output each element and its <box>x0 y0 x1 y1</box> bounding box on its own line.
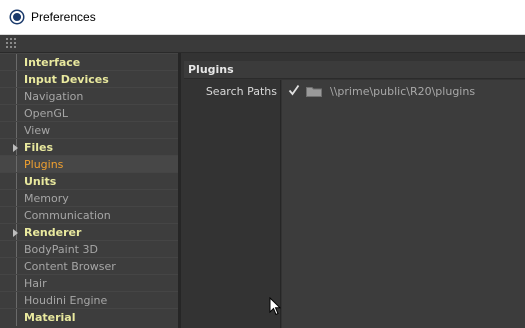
search-paths-list[interactable]: \\prime\public\R20\plugins <box>282 80 525 328</box>
grip-handle-icon[interactable] <box>6 38 18 50</box>
section-title: Plugins <box>184 61 525 79</box>
tree-connector-line <box>16 173 17 190</box>
tree-connector-line <box>16 54 17 71</box>
cinema4d-icon <box>9 9 25 25</box>
sidebar-item-label: Input Devices <box>24 72 109 86</box>
sidebar-item-label: Files <box>24 140 54 154</box>
tree-connector-line <box>16 241 17 258</box>
tree-connector-line <box>16 258 17 275</box>
search-path-value: \\prime\public\R20\plugins <box>330 85 476 98</box>
sidebar-item-label: Interface <box>24 55 81 69</box>
tree-connector-line <box>16 122 17 139</box>
sidebar-item-label: View <box>24 123 51 137</box>
sidebar-item-view[interactable]: View <box>0 121 178 139</box>
sidebar-item-label: Units <box>24 174 57 188</box>
sidebar-item-interface[interactable]: Interface <box>0 53 178 71</box>
sidebar-item-plugins[interactable]: Plugins <box>0 155 178 173</box>
sidebar-item-label: Navigation <box>24 89 84 103</box>
sidebar-item-hair[interactable]: Hair <box>0 274 178 292</box>
sidebar-item-label: Renderer <box>24 225 82 239</box>
sidebar-item-units[interactable]: Units <box>0 172 178 190</box>
search-paths-row: Search Paths \\prime\public\R20\plugins <box>184 80 525 328</box>
search-path-entry[interactable]: \\prime\public\R20\plugins <box>282 82 525 100</box>
tree-connector-line <box>16 88 17 105</box>
sidebar-item-content-browser[interactable]: Content Browser <box>0 257 178 275</box>
sidebar-item-memory[interactable]: Memory <box>0 189 178 207</box>
sidebar-item-material[interactable]: Material <box>0 308 178 326</box>
mouse-pointer-icon <box>269 297 281 316</box>
sidebar-item-label: Plugins <box>24 157 64 171</box>
preferences-panel: Plugins Search Paths \\prime\public\R20\… <box>181 53 525 328</box>
tree-connector-line <box>16 309 17 326</box>
search-paths-label: Search Paths <box>205 84 277 98</box>
sidebar-item-label: Hair <box>24 276 47 290</box>
sidebar-item-houdini-engine[interactable]: Houdini Engine <box>0 291 178 309</box>
window-title-bar: Preferences <box>0 0 525 35</box>
tree-connector-line <box>16 275 17 292</box>
tree-connector-line <box>16 207 17 224</box>
sidebar-item-label: Houdini Engine <box>24 293 108 307</box>
sidebar-item-bodypaint-3d[interactable]: BodyPaint 3D <box>0 240 178 258</box>
sidebar-item-files[interactable]: Files <box>0 138 178 156</box>
tree-connector-line <box>16 71 17 88</box>
expand-arrow-icon[interactable] <box>13 229 18 237</box>
column-divider <box>280 80 281 328</box>
sidebar-item-label: OpenGL <box>24 106 69 120</box>
sidebar-item-label: BodyPaint 3D <box>24 242 98 256</box>
tree-connector-line <box>16 105 17 122</box>
sidebar-item-renderer[interactable]: Renderer <box>0 223 178 241</box>
sidebar-item-label: Content Browser <box>24 259 116 273</box>
preferences-tree: Interface Input Devices Navigation OpenGL Vi… <box>0 53 181 328</box>
tree-connector-line <box>16 292 17 309</box>
sidebar-item-communication[interactable]: Communication <box>0 206 178 224</box>
tree-connector-line <box>16 190 17 207</box>
checkmark-icon[interactable] <box>288 84 300 96</box>
tree-connector-line <box>16 156 17 173</box>
sidebar-item-opengl[interactable]: OpenGL <box>0 104 178 122</box>
window-title: Preferences <box>31 10 96 24</box>
sidebar-item-navigation[interactable]: Navigation <box>0 87 178 105</box>
sidebar-item-label: Communication <box>24 208 111 222</box>
folder-icon[interactable] <box>306 86 322 97</box>
sidebar-item-label: Memory <box>24 191 69 205</box>
toolbar <box>0 35 525 53</box>
sidebar-item-input-devices[interactable]: Input Devices <box>0 70 178 88</box>
expand-arrow-icon[interactable] <box>13 144 18 152</box>
sidebar-item-label: Material <box>24 310 76 324</box>
